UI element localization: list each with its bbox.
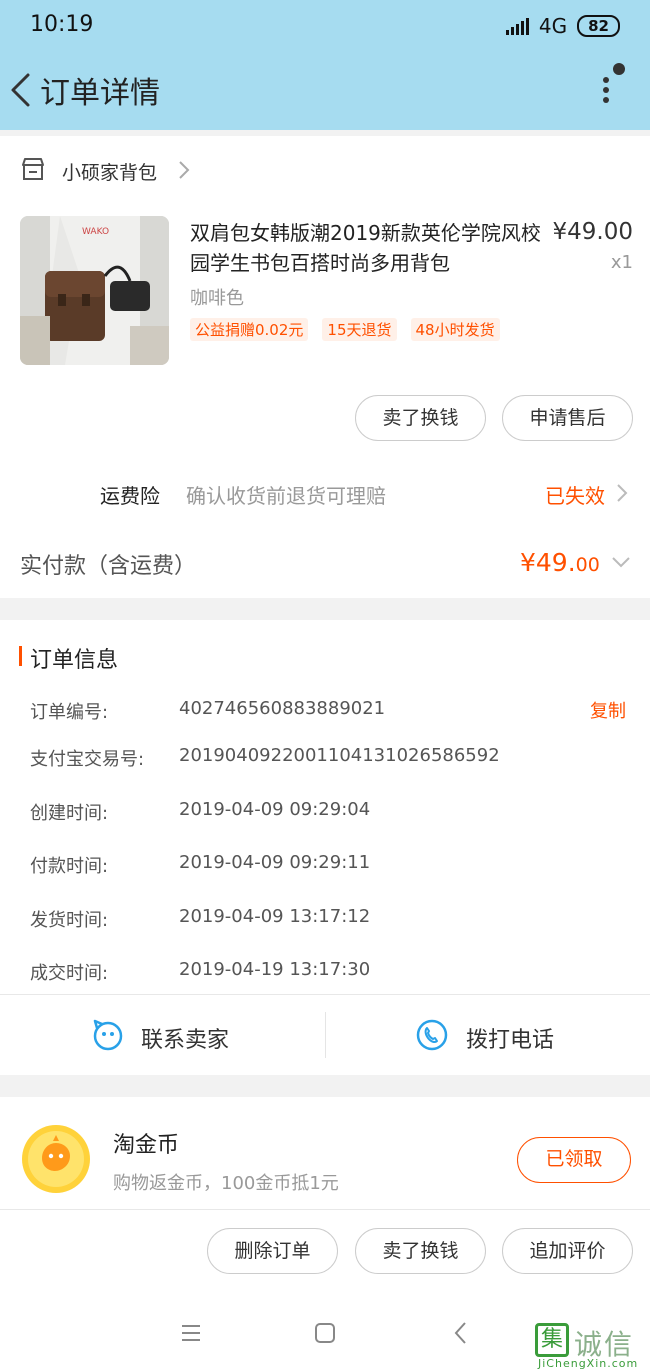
- service-tag: 15天退货: [322, 318, 397, 341]
- shop-icon: [22, 158, 44, 180]
- service-tag: 公益捐赠0.02元: [190, 318, 309, 341]
- shipped-time-label: 发货时间:: [30, 910, 109, 931]
- service-tags: 公益捐赠0.02元 15天退货 48小时发货: [190, 318, 500, 341]
- copy-button[interactable]: 复制: [590, 697, 626, 723]
- paid-time-value: 2019-04-09 09:29:11: [179, 852, 371, 873]
- watermark-logo: 集: [535, 1323, 569, 1357]
- divider: [325, 1012, 326, 1058]
- menu-icon[interactable]: [180, 1323, 202, 1343]
- shop-name[interactable]: 小硕家背包: [62, 158, 157, 185]
- alipay-trade-value: 2019040922001104131026586592: [179, 745, 500, 766]
- product-title[interactable]: 双肩包女韩版潮2019新款英伦学院风校园学生书包百搭时尚多用背包: [190, 218, 545, 278]
- claimed-button[interactable]: 已领取: [517, 1137, 631, 1183]
- order-info-card: 订单信息 订单编号: 402746560883889021 复制 支付宝交易号:…: [0, 620, 650, 1075]
- divider: [0, 1209, 650, 1210]
- coin-card: 淘金币 购物返金币，100金币抵1元 已领取 删除订单 卖了换钱 追加评价: [0, 1097, 650, 1293]
- contact-seller-button[interactable]: 联系卖家: [141, 1022, 229, 1054]
- back-arrow-icon[interactable]: [8, 72, 38, 108]
- after-sale-button[interactable]: 申请售后: [502, 395, 633, 441]
- deal-time-value: 2019-04-19 13:17:30: [179, 959, 371, 980]
- nav-back-icon[interactable]: [452, 1320, 470, 1346]
- status-indicators: 4G 82: [505, 14, 620, 38]
- sell-button[interactable]: 卖了换钱: [355, 1228, 486, 1274]
- order-item-card: 小硕家背包 WAKO 双肩包女韩版潮2019新款英伦学院风校园学生书包百搭时尚多…: [0, 136, 650, 598]
- paid-time-label: 付款时间:: [30, 856, 109, 877]
- order-number-value: 402746560883889021: [179, 698, 386, 719]
- created-time-value: 2019-04-09 09:29:04: [179, 799, 371, 820]
- status-time: 10:19: [30, 12, 94, 37]
- coin-subtitle: 购物返金币，100金币抵1元: [113, 1173, 339, 1194]
- section-accent-bar: [19, 646, 22, 666]
- payment-amount: ¥49.00: [520, 548, 600, 577]
- payment-amount-cents: 00: [575, 554, 600, 576]
- signal-icon: [505, 17, 529, 35]
- call-button[interactable]: 拨打电话: [466, 1022, 554, 1054]
- delete-order-button[interactable]: 删除订单: [207, 1228, 338, 1274]
- watermark-domain: JiChengXin.com: [538, 1357, 639, 1370]
- deal-time-label: 成交时间:: [30, 963, 109, 984]
- chevron-right-icon[interactable]: [614, 481, 630, 505]
- shipped-time-value: 2019-04-09 13:17:12: [179, 906, 371, 927]
- section-title: 订单信息: [30, 648, 119, 673]
- created-time-label: 创建时间:: [30, 803, 109, 824]
- insurance-description: 确认收货前退货可理赔: [186, 484, 386, 508]
- network-type: 4G: [538, 14, 568, 38]
- sell-button[interactable]: 卖了换钱: [355, 395, 486, 441]
- product-price: ¥49.00: [552, 219, 633, 245]
- coin-title: 淘金币: [113, 1133, 180, 1158]
- app-header: 10:19 4G 82 订单详情: [0, 0, 650, 130]
- service-tag: 48小时发货: [410, 318, 500, 341]
- payment-amount-main: ¥49.: [520, 548, 576, 577]
- chat-icon[interactable]: [92, 1019, 124, 1051]
- chevron-down-icon[interactable]: [610, 554, 632, 570]
- battery-icon: 82: [577, 15, 620, 37]
- gold-coin-icon: [22, 1125, 90, 1193]
- divider: [0, 994, 650, 995]
- more-menu-icon[interactable]: [598, 62, 628, 108]
- product-variant: 咖啡色: [190, 288, 244, 309]
- insurance-status[interactable]: 已失效: [545, 480, 605, 509]
- page-title: 订单详情: [40, 76, 160, 111]
- alipay-trade-label: 支付宝交易号:: [30, 749, 145, 770]
- chevron-right-icon[interactable]: [176, 158, 192, 182]
- product-quantity: x1: [610, 252, 633, 273]
- phone-icon[interactable]: [416, 1019, 448, 1051]
- home-icon[interactable]: [314, 1322, 336, 1344]
- product-image[interactable]: WAKO: [20, 216, 169, 365]
- insurance-label: 运费险: [100, 484, 160, 508]
- payment-label: 实付款（含运费）: [20, 554, 197, 579]
- system-nav-bar: 集 诚信 JiChengXin.com: [0, 1293, 650, 1372]
- svg-text:WAKO: WAKO: [82, 227, 109, 237]
- add-review-button[interactable]: 追加评价: [502, 1228, 633, 1274]
- order-number-label: 订单编号:: [30, 702, 109, 723]
